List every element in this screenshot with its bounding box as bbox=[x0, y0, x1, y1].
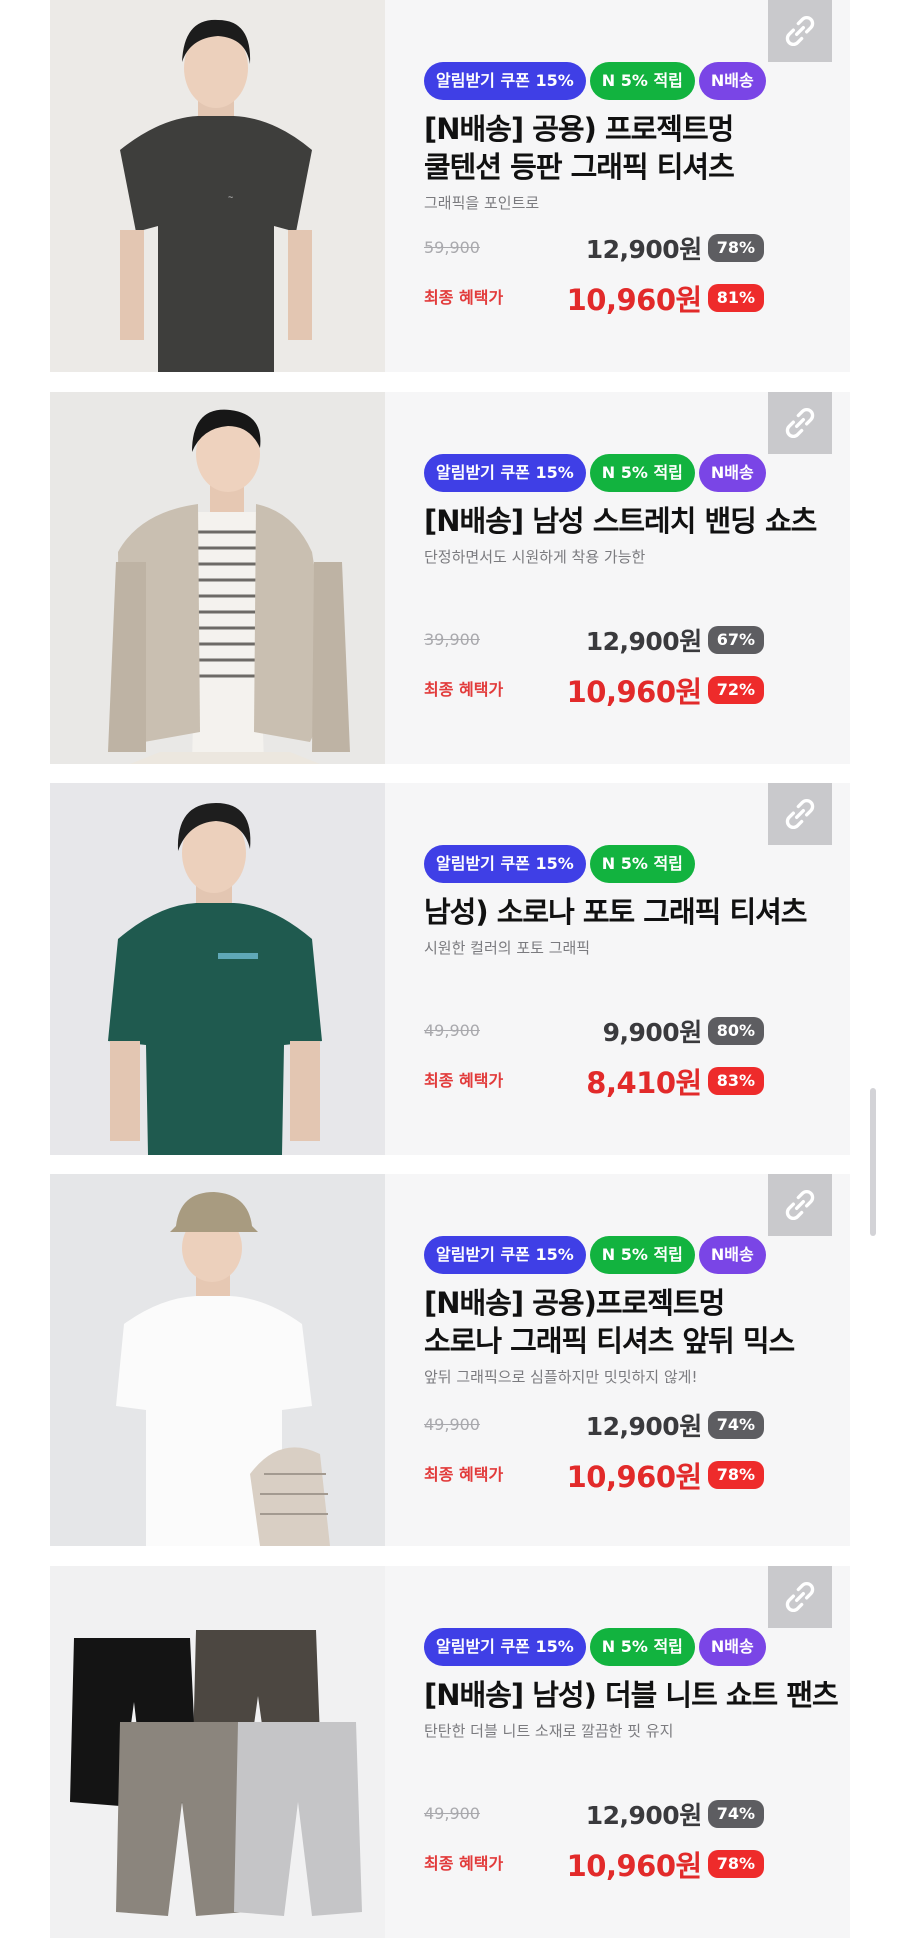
discount-rate: 67% bbox=[707, 626, 764, 654]
coupon-badge: 알림받기 쿠폰 15% bbox=[424, 1628, 586, 1666]
original-price: 39,900 bbox=[424, 630, 480, 649]
product-title[interactable]: [N배송] 공용)프로젝트멍 소로나 그래픽 티셔츠 앞뒤 믹스 bbox=[424, 1284, 840, 1360]
product-title[interactable]: [N배송] 공용) 프로젝트멍 쿨텐션 등판 그래픽 티셔츠 bbox=[424, 110, 840, 186]
sale-price: 9,900원 bbox=[602, 1018, 703, 1047]
final-discount-rate: 78% bbox=[707, 1850, 764, 1878]
discount-rate: 74% bbox=[707, 1411, 764, 1439]
link-icon bbox=[785, 799, 815, 829]
product-subtitle: 시원한 컬러의 포토 그래픽 bbox=[424, 939, 591, 957]
product-card[interactable]: 알림받기 쿠폰 15% N 5% 적립 N배송 [N배송] 남성 스트레치 밴딩… bbox=[50, 392, 850, 764]
product-card[interactable]: 알림받기 쿠폰 15% N 5% 적립 N배송 [N배송] 공용)프로젝트멍 소… bbox=[50, 1174, 850, 1546]
discount-rate: 80% bbox=[707, 1017, 764, 1045]
final-price: 8,410원 bbox=[586, 1066, 702, 1100]
sale-price: 12,900원 bbox=[585, 1412, 702, 1441]
product-card[interactable]: 알림받기 쿠폰 15% N 5% 적립 남성) 소로나 포토 그래픽 티셔츠 시… bbox=[50, 783, 850, 1155]
final-price-label: 최종 혜택가 bbox=[424, 288, 504, 307]
coupon-badge: 알림받기 쿠폰 15% bbox=[424, 845, 586, 883]
final-price: 10,960원 bbox=[566, 1460, 703, 1494]
final-price-label: 최종 혜택가 bbox=[424, 680, 504, 699]
product-subtitle: 그래픽을 포인트로 bbox=[424, 194, 540, 212]
product-image-tshirt-charcoal[interactable]: ~ bbox=[50, 0, 385, 372]
product-subtitle: 탄탄한 더블 니트 소재로 깔끔한 핏 유지 bbox=[424, 1722, 674, 1740]
svg-text:~: ~ bbox=[228, 192, 233, 202]
points-badge: N 5% 적립 bbox=[589, 62, 695, 100]
coupon-badge: 알림받기 쿠폰 15% bbox=[424, 454, 586, 492]
coupon-badge: 알림받기 쿠폰 15% bbox=[424, 62, 586, 100]
link-icon bbox=[785, 16, 815, 46]
final-price: 10,960원 bbox=[566, 283, 703, 317]
product-title[interactable]: [N배송] 남성) 더블 니트 쇼트 팬츠 bbox=[424, 1676, 840, 1714]
copy-link-button[interactable] bbox=[768, 1566, 832, 1628]
original-price: 59,900 bbox=[424, 238, 480, 257]
final-price-label: 최종 혜택가 bbox=[424, 1071, 504, 1090]
points-badge: N 5% 적립 bbox=[589, 1236, 695, 1274]
sale-price: 12,900원 bbox=[585, 1801, 702, 1830]
final-price-label: 최종 혜택가 bbox=[424, 1465, 504, 1484]
product-subtitle: 단정하면서도 시원하게 착용 가능한 bbox=[424, 548, 646, 566]
original-price: 49,900 bbox=[424, 1804, 480, 1823]
sale-price: 12,900원 bbox=[585, 235, 702, 264]
final-discount-rate: 72% bbox=[707, 676, 764, 704]
points-badge: N 5% 적립 bbox=[589, 1628, 695, 1666]
link-icon bbox=[785, 1582, 815, 1612]
product-card[interactable]: ~ 알림받기 쿠폰 15% N 5% 적립 N배송 [N배송] 공용) 프로젝트… bbox=[50, 0, 850, 372]
link-icon bbox=[785, 408, 815, 438]
product-subtitle: 앞뒤 그래픽으로 심플하지만 밋밋하지 않게! bbox=[424, 1368, 698, 1386]
product-image-knit-shorts[interactable] bbox=[50, 1566, 385, 1938]
product-image-tshirt-green[interactable] bbox=[50, 783, 385, 1155]
original-price: 49,900 bbox=[424, 1021, 480, 1040]
copy-link-button[interactable] bbox=[768, 392, 832, 454]
delivery-badge: N배송 bbox=[698, 1628, 766, 1666]
copy-link-button[interactable] bbox=[768, 1174, 832, 1236]
copy-link-button[interactable] bbox=[768, 783, 832, 845]
final-price: 10,960원 bbox=[566, 1849, 703, 1883]
link-icon bbox=[785, 1190, 815, 1220]
final-discount-rate: 78% bbox=[707, 1461, 764, 1489]
discount-rate: 78% bbox=[707, 234, 764, 262]
final-discount-rate: 83% bbox=[707, 1067, 764, 1095]
product-image-tshirt-white[interactable] bbox=[50, 1174, 385, 1546]
sale-price: 12,900원 bbox=[585, 627, 702, 656]
product-title[interactable]: [N배송] 남성 스트레치 밴딩 쇼츠 bbox=[424, 502, 840, 540]
original-price: 49,900 bbox=[424, 1415, 480, 1434]
delivery-badge: N배송 bbox=[698, 1236, 766, 1274]
delivery-badge: N배송 bbox=[698, 62, 766, 100]
delivery-badge: N배송 bbox=[698, 454, 766, 492]
points-badge: N 5% 적립 bbox=[589, 845, 695, 883]
final-price-label: 최종 혜택가 bbox=[424, 1854, 504, 1873]
copy-link-button[interactable] bbox=[768, 0, 832, 62]
product-title[interactable]: 남성) 소로나 포토 그래픽 티셔츠 bbox=[424, 893, 840, 931]
coupon-badge: 알림받기 쿠폰 15% bbox=[424, 1236, 586, 1274]
scrollbar[interactable] bbox=[870, 1088, 876, 1236]
final-discount-rate: 81% bbox=[707, 284, 764, 312]
product-image-jacket-beige[interactable] bbox=[50, 392, 385, 764]
final-price: 10,960원 bbox=[566, 675, 703, 709]
points-badge: N 5% 적립 bbox=[589, 454, 695, 492]
product-card[interactable]: 알림받기 쿠폰 15% N 5% 적립 N배송 [N배송] 남성) 더블 니트 … bbox=[50, 1566, 850, 1938]
discount-rate: 74% bbox=[707, 1800, 764, 1828]
